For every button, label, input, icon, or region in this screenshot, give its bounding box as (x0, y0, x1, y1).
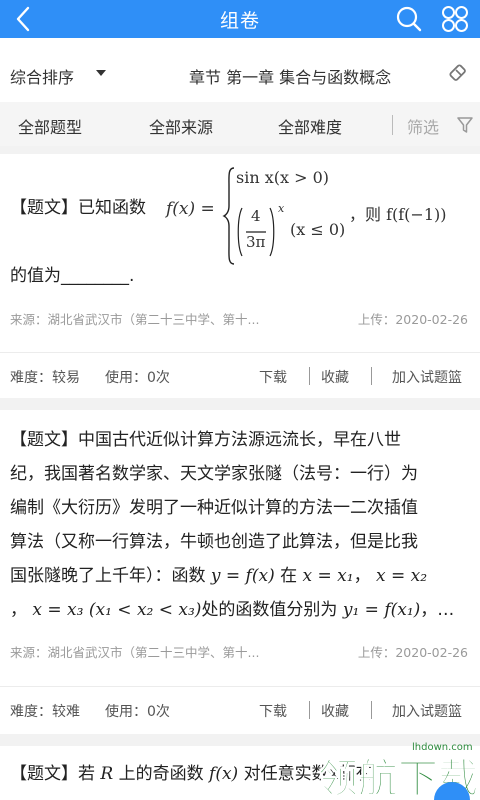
question-text: 国张隧晚了上千年）：函数 (10, 566, 206, 586)
question-text: ， (10, 600, 27, 620)
sort-dropdown[interactable]: 综合排序 (10, 64, 74, 88)
download-button[interactable]: 下载 (259, 701, 287, 721)
question-meta: 来源：湖北省武汉市（第二十三中学、第十... 上传：2020-02-26 (10, 309, 468, 329)
filter-bar: 全部题型 全部来源 全部难度 筛选 (0, 102, 480, 146)
math-inline: y₁ = f(x₁) (342, 600, 421, 620)
search-icon (396, 6, 422, 32)
usage-label: 使用：0次 (105, 370, 170, 386)
question-text-line: 的值为________. (10, 266, 135, 286)
question-card[interactable]: 【题文】中国古代近似计算方法源远流长，早在八世 纪，我国著名数学家、天文学家张隧… (0, 410, 480, 734)
question-text: 若 (78, 764, 95, 784)
favorite-button[interactable]: 收藏 (321, 367, 349, 387)
question-card[interactable]: 【题文】已知函数 f(x) = sin x(x > 0) 4 3π x (x ≤… (0, 154, 480, 398)
question-text: 处的函数值分别为 (201, 600, 338, 620)
question-tag: 【题文】 (10, 430, 78, 450)
math-result: ，则 f(f(−1)) (349, 205, 447, 224)
question-source: 来源：湖北省武汉市（第二十三中学、第十... (10, 312, 260, 327)
filter-divider (392, 115, 393, 135)
add-to-basket-button[interactable]: 加入试题篮 (392, 367, 462, 387)
question-text: 上的奇函数 (118, 764, 204, 784)
usage-label: 使用：0次 (105, 704, 170, 720)
math-inline: y = f(x) (210, 566, 275, 586)
search-button[interactable] (395, 5, 423, 33)
math-denominator: 3π (246, 233, 266, 251)
question-text-line: ， x = x₃ (x₁ < x₂ < x₃)处的函数值分别为 y₁ = f(x… (10, 594, 468, 627)
question-text: ， (353, 566, 371, 586)
filter-question-type[interactable]: 全部题型 (18, 114, 82, 138)
math-inline: R (100, 764, 114, 784)
question-text-line: 【题文】中国古代近似计算方法源远流长，早在八世 (10, 424, 468, 457)
filter-difficulty[interactable]: 全部难度 (278, 114, 342, 138)
caret-down-icon[interactable] (94, 68, 108, 78)
math-fx: f(x) = (166, 199, 215, 219)
question-text: 已知函数 (78, 198, 146, 218)
math-case2-cond: (x ≤ 0) (290, 220, 346, 239)
divider (309, 367, 310, 385)
filter-screen-button[interactable]: 筛选 (407, 114, 439, 138)
chapter-selector[interactable]: 章节 第一章 集合与函数概念 (189, 64, 391, 88)
edit-icon[interactable] (447, 62, 469, 84)
question-source: 来源：湖北省武汉市（第二十三中学、第十... (10, 645, 260, 660)
divider (371, 701, 372, 719)
difficulty-label: 难度：较易 (10, 370, 80, 386)
grid-icon (442, 6, 468, 32)
download-button[interactable]: 下载 (259, 367, 287, 387)
difficulty-label: 难度：较难 (10, 704, 80, 720)
watermark-logo: lhdown.com 领航下载 (310, 738, 480, 800)
add-to-basket-button[interactable]: 加入试题篮 (392, 701, 462, 721)
question-upload-date: 上传：2020-02-26 (357, 312, 468, 327)
question-text: 中国古代近似计算方法源远流长，早在八世 (78, 430, 401, 450)
math-inline: x = x₃ (x₁ < x₂ < x₃) (32, 600, 202, 620)
question-actions: 难度：较易 使用：0次 下载 收藏 加入试题篮 (0, 352, 480, 396)
question-text-line: 算法（又称一行算法，牛顿也创造了此算法，但是比我 (10, 532, 418, 552)
divider (371, 367, 372, 385)
brace-icon (222, 167, 235, 265)
question-text-line: 纪，我国著名数学家、天文学家张隧（法号：一行）为 (10, 464, 418, 484)
grid-menu-button[interactable] (441, 5, 469, 33)
math-case1: sin x(x > 0) (236, 168, 330, 187)
sort-bar: 综合排序 章节 第一章 集合与函数概念 (0, 38, 480, 102)
favorite-button[interactable]: 收藏 (321, 701, 349, 721)
question-text: 在 (280, 566, 298, 586)
funnel-icon[interactable] (456, 116, 474, 134)
question-text-line: 国张隧晚了上千年）：函数 y = f(x) 在 x = x₁， x = x₂ (10, 560, 468, 593)
question-text-line: 编制《大衍历》发明了一种近似计算的方法一二次插值 (10, 498, 418, 518)
question-upload-date: 上传：2020-02-26 (357, 645, 468, 660)
question-tag: 【题文】 (10, 198, 78, 218)
math-exponent: x (278, 202, 285, 215)
svg-text:lhdown.com: lhdown.com (412, 742, 473, 753)
filter-source[interactable]: 全部来源 (149, 114, 213, 138)
math-inline: x = x₁ (302, 566, 354, 586)
top-bar: 组卷 (0, 0, 480, 38)
math-numerator: 4 (251, 207, 261, 225)
watermark-graphic: lhdown.com 领航下载 (318, 742, 479, 800)
question-tag: 【题文】 (10, 764, 78, 784)
question-meta: 来源：湖北省武汉市（第二十三中学、第十... 上传：2020-02-26 (10, 642, 468, 662)
divider (309, 701, 310, 719)
math-inline: x = x₂ (375, 566, 428, 586)
question-text: ，… (420, 600, 455, 620)
math-inline: f(x) (209, 764, 239, 784)
question-actions: 难度：较难 使用：0次 下载 收藏 加入试题篮 (0, 686, 480, 730)
